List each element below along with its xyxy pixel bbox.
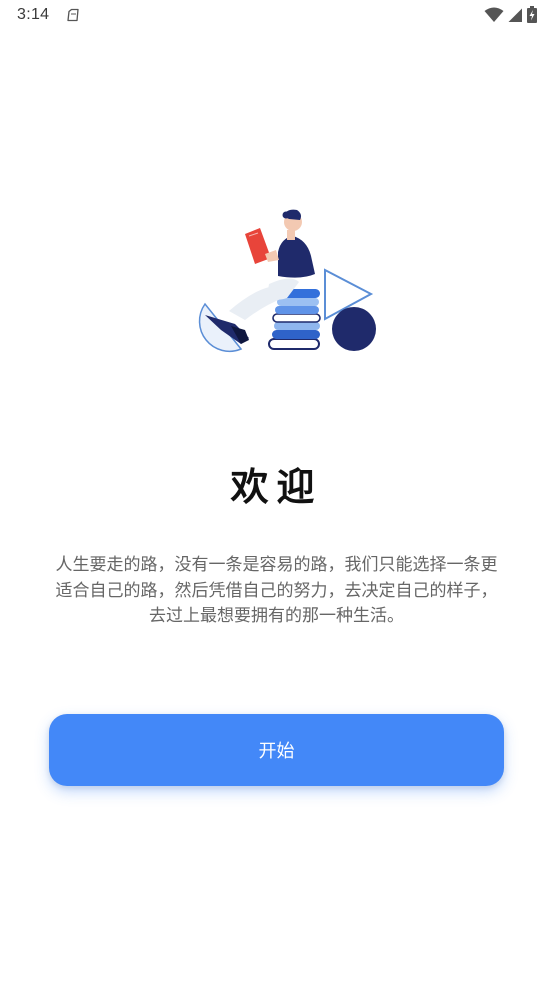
welcome-title: 欢迎: [230, 465, 323, 509]
status-time: 3:14: [17, 6, 50, 23]
reading-person-illustration: [198, 209, 376, 352]
wifi-icon: [484, 7, 504, 22]
welcome-description-line: 适合自己的路，然后凭借自己的努力，去决定自己的样子，: [55, 580, 498, 601]
welcome-description: 人生要走的路，没有一条是容易的路，我们只能选择一条更 适合自己的路，然后凭借自己…: [46, 553, 507, 630]
sim-card-icon: [67, 8, 79, 22]
status-icons: [484, 6, 537, 23]
status-bar: 3:14: [0, 0, 553, 30]
welcome-description-line: 去过上最想要拥有的那一种生活。: [149, 606, 404, 626]
battery-charging-icon: [527, 6, 537, 23]
signal-icon: [508, 8, 522, 22]
welcome-description-line: 人生要走的路，没有一条是容易的路，我们只能选择一条更: [55, 555, 498, 575]
start-button[interactable]: 开始: [49, 714, 504, 786]
navy-circle-shape: [332, 307, 376, 351]
